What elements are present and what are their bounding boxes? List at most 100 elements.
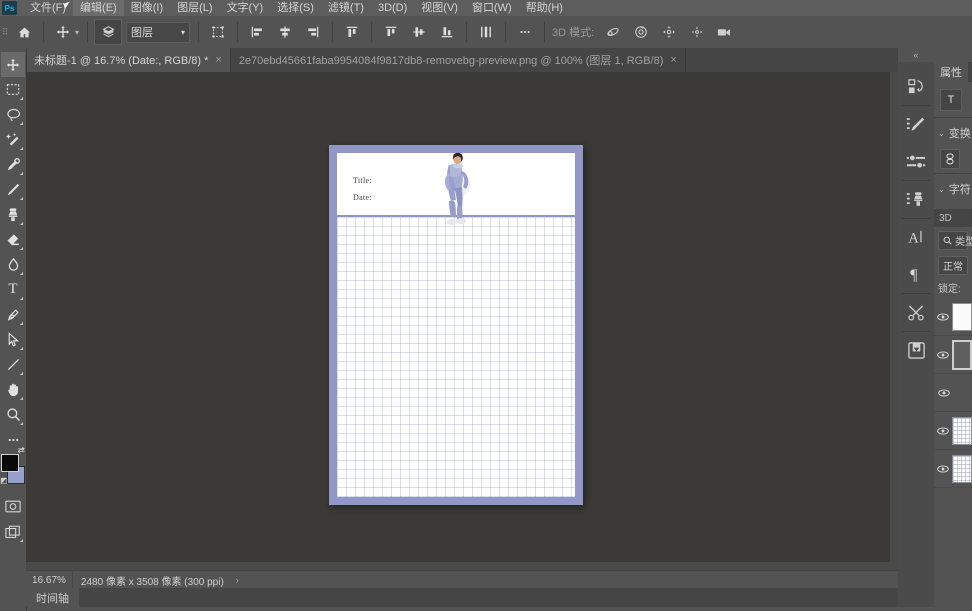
hand-tool-icon[interactable] bbox=[1, 377, 25, 402]
table-row[interactable] bbox=[934, 450, 972, 488]
menu-item-edit[interactable]: 编辑(E) bbox=[73, 0, 124, 16]
character-section-header[interactable]: ⌄ 字符 bbox=[934, 177, 972, 201]
move-tool-icon[interactable] bbox=[1, 52, 25, 77]
auto-select-scope-dropdown[interactable]: 图层 ▾ bbox=[126, 21, 191, 43]
sliders-icon[interactable] bbox=[899, 143, 933, 180]
layer-thumbnail[interactable] bbox=[952, 302, 972, 331]
type-tool-icon[interactable]: T bbox=[1, 277, 25, 302]
distribute-vertical-centers-icon[interactable] bbox=[406, 20, 432, 44]
text-layer-type-icon[interactable]: T bbox=[940, 89, 962, 111]
blend-mode-dropdown[interactable]: 正常 bbox=[938, 256, 968, 275]
eye-icon[interactable] bbox=[937, 350, 949, 359]
auto-select-layers-icon[interactable] bbox=[94, 19, 123, 45]
move-tool-icon[interactable] bbox=[50, 20, 76, 44]
menu-item-select[interactable]: 选择(S) bbox=[270, 0, 321, 16]
align-right-edges-icon[interactable] bbox=[300, 20, 326, 44]
distribute-spacing-icon[interactable] bbox=[473, 20, 499, 44]
table-row[interactable] bbox=[934, 298, 972, 336]
tab-properties[interactable]: 属性 bbox=[934, 62, 968, 82]
close-icon[interactable]: × bbox=[215, 54, 221, 66]
tools-preset-icon[interactable] bbox=[899, 294, 933, 331]
blur-tool-icon[interactable] bbox=[1, 252, 25, 277]
tool-flyout-indicator bbox=[20, 297, 23, 300]
default-colors-icon[interactable]: ◩ bbox=[0, 476, 8, 485]
layer-filter-dropdown[interactable]: 类型 bbox=[938, 231, 972, 250]
quick-mask-mode-icon[interactable] bbox=[1, 494, 25, 519]
menu-item-layer[interactable]: 图层(L) bbox=[170, 0, 219, 16]
menu-item-image[interactable]: 图像(I) bbox=[124, 0, 170, 16]
foreground-color-swatch[interactable] bbox=[1, 454, 19, 472]
3d-camera-icon[interactable] bbox=[712, 20, 738, 44]
menu-item-filter[interactable]: 滤镜(T) bbox=[321, 0, 371, 16]
align-left-edges-icon[interactable] bbox=[244, 20, 270, 44]
canvas-horizontal-scrollbar[interactable] bbox=[26, 562, 898, 570]
link-width-height-icon[interactable] bbox=[940, 149, 960, 169]
align-top-edges-icon[interactable] bbox=[339, 20, 365, 44]
paragraph-panel-icon[interactable]: ¶ bbox=[899, 256, 933, 293]
canvas-vertical-scrollbar[interactable] bbox=[890, 72, 898, 570]
document-tab-untitled[interactable]: 未标题-1 @ 16.7% (Date:, RGB/8) * × bbox=[26, 48, 231, 72]
table-row[interactable] bbox=[934, 336, 972, 374]
document-canvas[interactable]: Title: Date: bbox=[329, 145, 583, 505]
table-row[interactable] bbox=[934, 374, 972, 412]
document-tab-removebg-preview[interactable]: 2e70ebd45661faba9954084f9817db8-removebg… bbox=[231, 48, 686, 72]
3d-orbit-icon[interactable] bbox=[600, 20, 626, 44]
layer-thumbnail[interactable] bbox=[952, 339, 972, 370]
chevron-right-icon[interactable]: › bbox=[232, 575, 243, 585]
menu-item-file[interactable]: 文件(F) bbox=[23, 0, 73, 16]
3d-slide-icon[interactable] bbox=[684, 20, 710, 44]
chevron-down-icon[interactable]: ▾ bbox=[75, 28, 79, 37]
canvas-area[interactable]: Title: Date: bbox=[26, 72, 898, 570]
eye-icon[interactable] bbox=[937, 388, 951, 397]
menu-item-3d[interactable]: 3D(D) bbox=[371, 0, 414, 16]
history-icon[interactable] bbox=[899, 68, 933, 105]
menu-item-view[interactable]: 视图(V) bbox=[414, 0, 465, 16]
clone-stamp-tool-icon[interactable] bbox=[1, 202, 25, 227]
transform-section-header[interactable]: ⌄ 变换 bbox=[934, 121, 972, 145]
menu-item-window[interactable]: 窗口(W) bbox=[465, 0, 519, 16]
eye-icon[interactable] bbox=[937, 312, 949, 321]
align-horizontal-centers-icon[interactable] bbox=[272, 20, 298, 44]
line-tool-icon[interactable] bbox=[1, 352, 25, 377]
lasso-tool-icon[interactable] bbox=[1, 102, 25, 127]
zoom-tool-icon[interactable] bbox=[1, 402, 25, 427]
home-icon[interactable] bbox=[11, 20, 37, 44]
photoshop-window: Ps 文件(F) 编辑(E) 图像(I) 图层(L) 文字(Y) 选择(S) 滤… bbox=[0, 0, 972, 611]
3d-roll-icon[interactable] bbox=[628, 20, 654, 44]
rectangular-marquee-tool-icon[interactable] bbox=[1, 77, 25, 102]
path-selection-tool-icon[interactable] bbox=[1, 327, 25, 352]
adjustments-icon[interactable] bbox=[899, 106, 933, 143]
distribute-bottom-edges-icon[interactable] bbox=[434, 20, 460, 44]
more-options-icon[interactable] bbox=[512, 20, 538, 44]
eraser-tool-icon[interactable] bbox=[1, 227, 25, 252]
pen-tool-icon[interactable] bbox=[1, 302, 25, 327]
properties-panel-body: T ⌄ 变换 ⌄ 字符 bbox=[934, 82, 972, 205]
eyedropper-tool-icon[interactable] bbox=[1, 152, 25, 177]
layer-thumbnail[interactable] bbox=[952, 454, 972, 483]
screen-mode-icon[interactable] bbox=[1, 519, 25, 544]
libraries-icon[interactable] bbox=[899, 332, 933, 369]
menu-item-type[interactable]: 文字(Y) bbox=[220, 0, 271, 16]
tab-timeline[interactable]: 时间轴 bbox=[26, 588, 79, 607]
character-panel-icon[interactable]: A bbox=[899, 219, 933, 256]
dock-collapse-icon[interactable]: « bbox=[898, 48, 934, 62]
table-row[interactable] bbox=[934, 412, 972, 450]
zoom-level[interactable]: 16.67% bbox=[26, 571, 73, 589]
eye-icon[interactable] bbox=[937, 464, 949, 473]
menu-item-help[interactable]: 帮助(H) bbox=[519, 0, 570, 16]
3d-mode-label: 3D 模式: bbox=[552, 27, 595, 39]
person-photo-layer[interactable] bbox=[436, 151, 472, 231]
actions-icon[interactable] bbox=[899, 181, 933, 218]
layer-thumbnail[interactable] bbox=[952, 416, 972, 445]
panel-icon-rail: A ¶ bbox=[898, 62, 935, 607]
divider bbox=[371, 22, 373, 42]
options-bar-grip[interactable]: ⠿ bbox=[0, 16, 10, 48]
quick-selection-tool-icon[interactable] bbox=[1, 127, 25, 152]
3d-pan-icon[interactable] bbox=[656, 20, 682, 44]
distribute-top-edges-icon[interactable] bbox=[378, 20, 404, 44]
show-transform-controls-icon[interactable] bbox=[205, 20, 231, 44]
brush-tool-icon[interactable] bbox=[1, 177, 25, 202]
tab-3d[interactable]: 3D bbox=[934, 209, 957, 227]
eye-icon[interactable] bbox=[937, 426, 949, 435]
close-icon[interactable]: × bbox=[670, 54, 676, 66]
